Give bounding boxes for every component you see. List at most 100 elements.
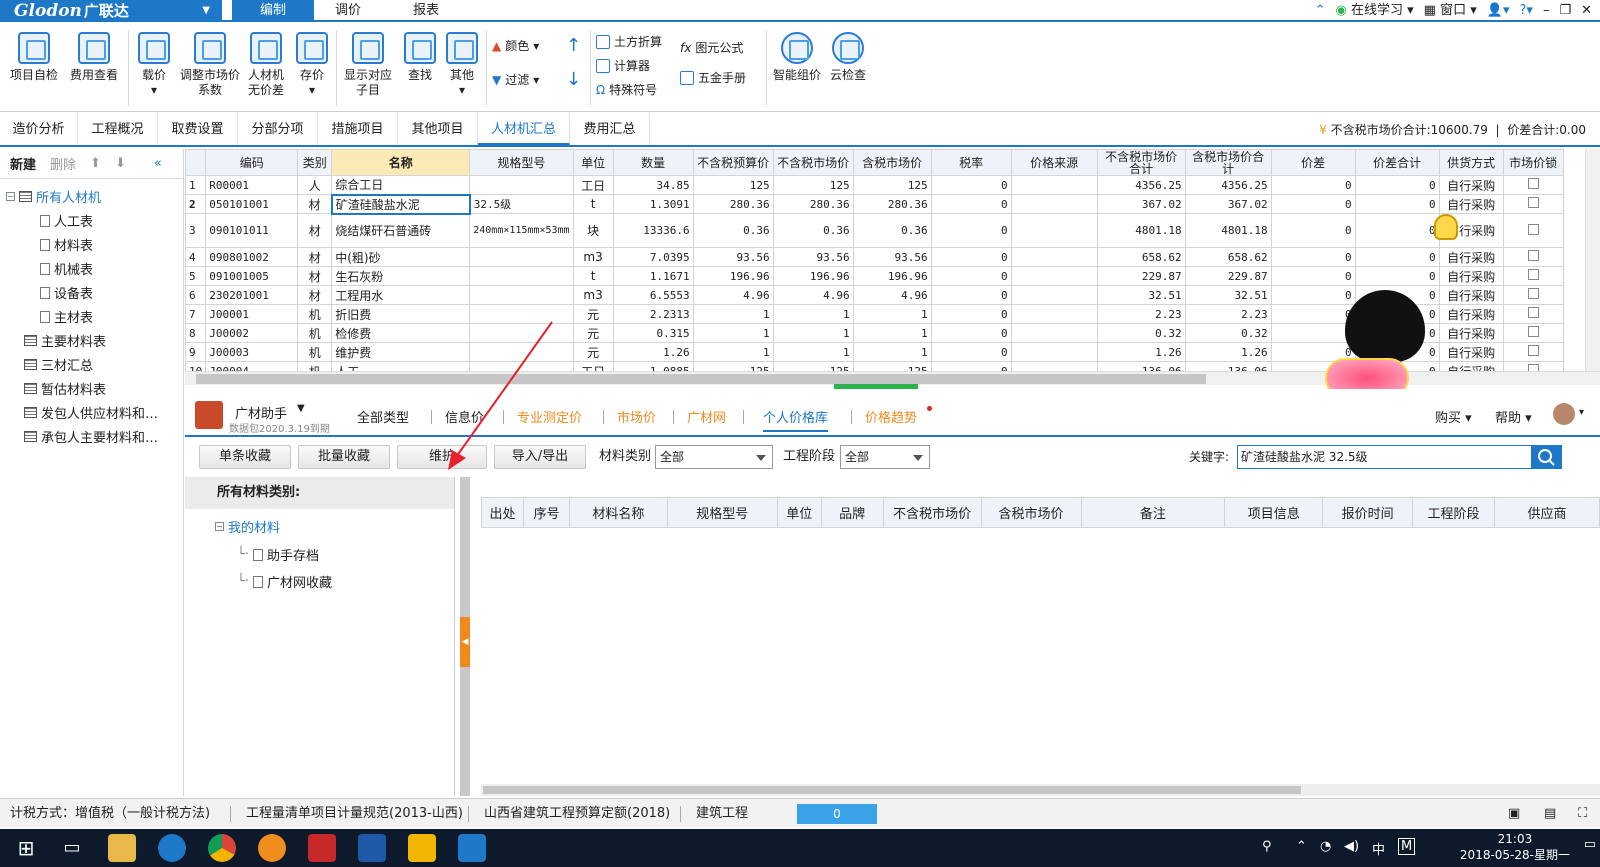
table-cell[interactable]: 229.87	[1184, 266, 1272, 286]
table-cell[interactable]: t	[572, 194, 614, 214]
column-header[interactable]: 报价时间	[1322, 497, 1414, 528]
checkbox[interactable]	[1527, 178, 1539, 189]
column-header[interactable]: 备注	[1080, 497, 1226, 528]
tab-personal-price-lib[interactable]: 个人价格库	[763, 407, 829, 432]
table-cell[interactable]: 2	[185, 194, 207, 214]
table-cell[interactable]	[1010, 175, 1098, 195]
table-cell[interactable]: 人	[297, 175, 333, 195]
checkbox[interactable]	[1527, 197, 1539, 208]
ime-indicator[interactable]: 中	[1372, 839, 1385, 858]
arrow-up-icon[interactable]: ↑	[566, 36, 581, 56]
table-cell[interactable]: 0	[1270, 247, 1356, 267]
table-cell[interactable]	[1010, 285, 1098, 305]
table-cell[interactable]: 0	[1270, 266, 1356, 286]
checkbox[interactable]	[1527, 269, 1539, 280]
column-header[interactable]: 价差合计	[1354, 149, 1440, 176]
sidebar-item-major-material[interactable]: 主要材料表	[24, 331, 106, 350]
column-header[interactable]	[185, 149, 207, 176]
table-cell[interactable]: 658.62	[1096, 247, 1186, 267]
table-cell[interactable]: 93.56	[852, 247, 932, 267]
project-check-button[interactable]: 项目自检	[8, 30, 60, 83]
collapse-icon[interactable]: «	[154, 156, 162, 171]
table-cell[interactable]: 元	[572, 323, 614, 343]
table-cell[interactable]	[1010, 194, 1098, 214]
table-cell[interactable]: 7.0395	[612, 247, 694, 267]
table-cell[interactable]: 32.5级	[469, 194, 574, 214]
tab-measures[interactable]: 措施项目	[318, 113, 398, 145]
grid-view-icon[interactable]: ▤	[1544, 799, 1556, 829]
chevron-down-icon[interactable]: ▼	[297, 403, 305, 414]
table-cell[interactable]: J00001	[205, 304, 299, 324]
lock-checkbox[interactable]	[1502, 213, 1564, 248]
lock-checkbox[interactable]	[1502, 342, 1564, 362]
batch-favorite-button[interactable]: 批量收藏	[298, 445, 390, 469]
table-cell[interactable]	[1010, 266, 1098, 286]
column-header[interactable]: 编码	[205, 149, 299, 176]
wifi-icon[interactable]: ◔	[1320, 839, 1331, 854]
table-row[interactable]: 4 090801002 材中(粗)砂 m3 7.0395 93.56 93.56 93.56 0…	[185, 247, 1564, 267]
table-cell[interactable]: 367.02	[1184, 194, 1272, 214]
table-cell[interactable]: 3	[185, 213, 207, 248]
table-cell[interactable]: 材	[297, 266, 333, 286]
table-cell[interactable]: 0.32	[1096, 323, 1186, 343]
column-header[interactable]: 序号	[522, 497, 570, 528]
table-cell[interactable]: 9	[185, 342, 207, 362]
table-cell[interactable]: 091001005	[205, 266, 299, 286]
move-up-icon[interactable]: ⬆	[90, 156, 101, 171]
sidebar-item-all[interactable]: − 所有人材机	[6, 187, 101, 206]
table-cell[interactable]: 658.62	[1184, 247, 1272, 267]
table-cell[interactable]: 4801.18	[1096, 213, 1186, 248]
column-header[interactable]: 出处	[481, 497, 524, 528]
scroll-thumb[interactable]	[483, 786, 1301, 794]
table-cell[interactable]: 240mm×115mm×53mm	[469, 213, 574, 248]
table-cell[interactable]: 1	[852, 342, 932, 362]
lightbulb-icon[interactable]	[1434, 214, 1458, 240]
task-view-icon[interactable]: ▭	[58, 834, 86, 862]
table-cell[interactable]: 0	[930, 323, 1012, 343]
table-cell[interactable]: 93.56	[692, 247, 774, 267]
table-cell[interactable]	[1010, 213, 1098, 248]
table-cell[interactable]: 工程用水	[331, 285, 471, 305]
tree-item-archive[interactable]: └· 助手存档	[237, 545, 319, 564]
table-cell[interactable]: 0	[1354, 247, 1440, 267]
help-icon[interactable]: ?▾	[1520, 0, 1533, 22]
table-cell[interactable]: 8	[185, 323, 207, 343]
column-header[interactable]: 不含税市场价	[882, 497, 982, 528]
tax-app-2-icon[interactable]	[358, 834, 386, 862]
tab-price-trend[interactable]: 价格趋势	[865, 407, 917, 426]
table-cell[interactable]: 1.26	[612, 342, 694, 362]
table-cell[interactable]: 1	[772, 342, 854, 362]
column-header[interactable]: 含税市场价	[980, 497, 1082, 528]
keyword-search-input[interactable]: 矿渣硅酸盐水泥 32.5级	[1237, 445, 1532, 469]
checkbox[interactable]	[1527, 307, 1539, 318]
table-cell[interactable]: 0	[1270, 194, 1356, 214]
table-cell[interactable]: 元	[572, 304, 614, 324]
checkbox[interactable]	[1527, 345, 1539, 356]
table-cell[interactable]: 0	[1270, 304, 1356, 324]
windows-start-icon[interactable]: ⊞	[12, 834, 40, 862]
table-cell[interactable]: 0	[930, 342, 1012, 362]
table-row[interactable]: 5 091001005 材生石灰粉 t 1.1671 196.96 196.96 196.96…	[185, 266, 1564, 286]
minimize-icon[interactable]: –	[1543, 0, 1550, 22]
tab-cost-analysis[interactable]: 造价分析	[0, 113, 78, 145]
table-cell[interactable]: 0.36	[692, 213, 774, 248]
help-menu[interactable]: 帮助 ▾	[1495, 407, 1532, 426]
earthwork-button[interactable]: 土方折算	[596, 32, 662, 52]
table-cell[interactable]	[469, 175, 574, 195]
table-cell[interactable]: J00002	[205, 323, 299, 343]
sidebar-item-three-materials[interactable]: 三材汇总	[24, 355, 93, 374]
table-cell[interactable]: 材	[297, 194, 333, 214]
table-cell[interactable]: 4801.18	[1184, 213, 1272, 248]
lock-checkbox[interactable]	[1502, 323, 1564, 343]
table-cell[interactable]: 0	[1270, 213, 1356, 248]
fullscreen-icon[interactable]: ⛶	[1578, 799, 1587, 829]
table-cell[interactable]: 280.36	[692, 194, 774, 214]
tab-division-items[interactable]: 分部分项	[238, 113, 318, 145]
volume-icon[interactable]: ◀)	[1344, 839, 1359, 854]
sidebar-item-employer-supply[interactable]: 发包人供应材料和…	[24, 403, 158, 422]
estimate-app-icon[interactable]	[458, 834, 486, 862]
table-row[interactable]: 2 050101001 材矿渣硅酸盐水泥 32.5级 t 1.3091 280.36 280.…	[185, 193, 1564, 215]
table-cell[interactable]: 280.36	[852, 194, 932, 214]
mascot-icon[interactable]	[1345, 290, 1425, 362]
table-cell[interactable]: 125	[772, 175, 854, 195]
